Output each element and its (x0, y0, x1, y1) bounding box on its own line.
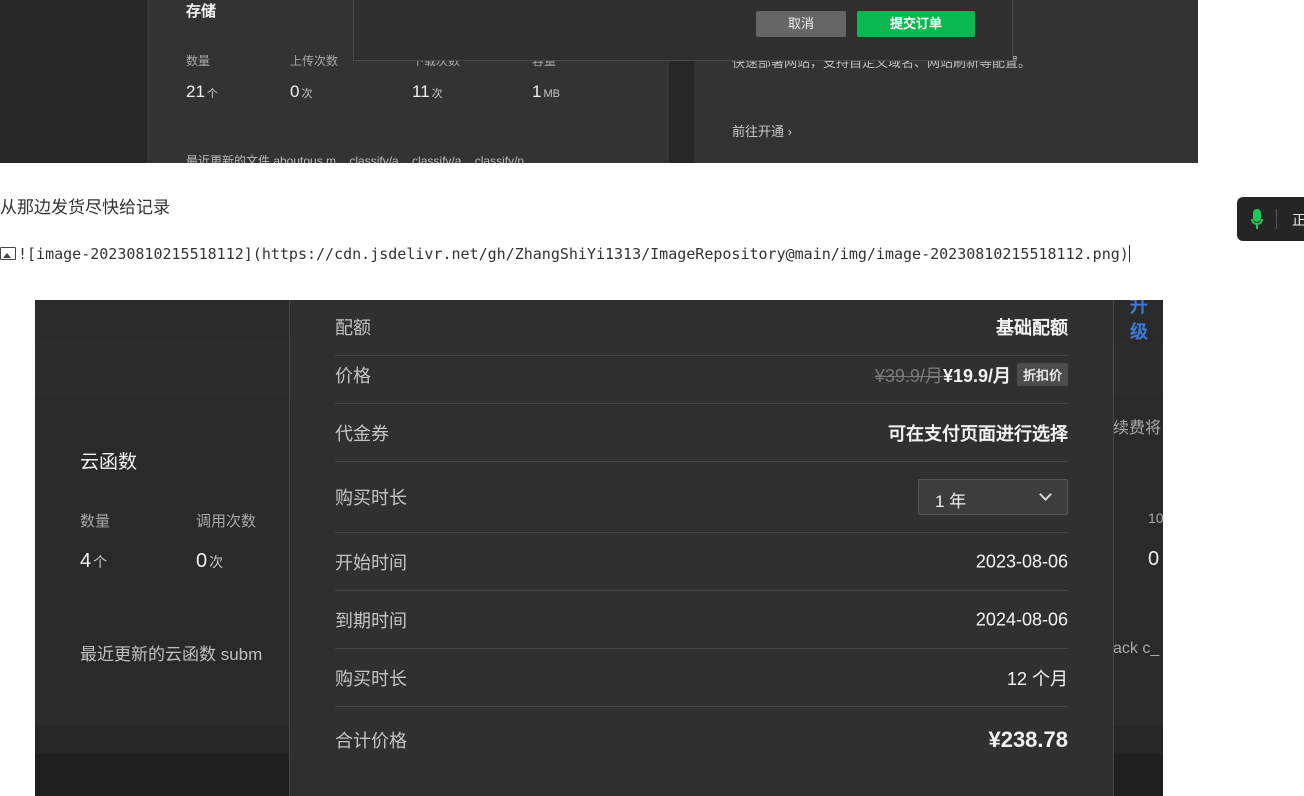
stat-value: 0次 (196, 550, 224, 572)
row-label: 代金券 (335, 423, 389, 444)
note-text[interactable]: 从那边发货尽快给记录 (0, 193, 170, 218)
stat-value: 21 个 (186, 82, 218, 101)
microphone-icon-stem (1256, 225, 1258, 229)
order-row-start: 开始时间 2023-08-06 (335, 533, 1068, 591)
row-label: 购买时长 (335, 668, 407, 689)
cloud-function-title: 云函数 (80, 452, 138, 473)
submit-order-button[interactable]: 提交订单 (857, 11, 975, 37)
edge-text: 10 (1148, 510, 1163, 526)
recent-functions: 最近更新的云函数 subm (80, 645, 263, 664)
duration-select[interactable]: 1 年 (918, 479, 1068, 515)
edge-text: ack c_ (1113, 640, 1160, 657)
stat-label: 上传次数 (290, 54, 339, 68)
stat-value: 4个 (80, 550, 108, 572)
stat-value: 11 次 (412, 82, 443, 101)
row-label: 到期时间 (335, 610, 407, 631)
order-row-duration: 购买时长 12 个月 (335, 649, 1068, 707)
price-value: ¥39.9/月¥19.9/月 折扣价 (875, 362, 1068, 388)
row-value: 基础配额 (996, 317, 1068, 338)
row-label: 配额 (335, 317, 371, 338)
edge-text: 0 (1148, 548, 1160, 570)
recent-files: 最近更新的文件 aboutous.m... classify/a... clas… (186, 154, 535, 163)
top-screenshot: 存储 数量 上传次数 下载次数 容量 21 个 0次 11 次 1 MB 最近更新的文… (0, 0, 1198, 163)
row-value: 可在支付页面进行选择 (888, 423, 1068, 444)
divider (1276, 209, 1277, 229)
markdown-image-line[interactable]: ![image-20230810215518112](https://cdn.j… (0, 238, 1200, 270)
stat-label: 数量 (80, 513, 111, 530)
total-price: ¥238.78 (988, 727, 1068, 752)
order-dialog: 配额 基础配额 价格 ¥39.9/月¥19.9/月 折扣价 代金券 可在支付页面进… (289, 300, 1114, 796)
upgrade-link[interactable]: 升级 (1130, 300, 1163, 344)
voice-input-pill[interactable]: 正 (1237, 197, 1304, 241)
row-label: 价格 (335, 365, 371, 386)
row-label: 合计价格 (335, 731, 407, 751)
text-cursor (1128, 245, 1130, 262)
discount-price: ¥19.9/月 (942, 365, 1011, 386)
original-price: ¥39.9/月 (874, 365, 943, 386)
row-label: 开始时间 (335, 552, 407, 573)
select-value: 1 年 (935, 492, 967, 511)
order-row-end: 到期时间 2024-08-06 (335, 591, 1068, 649)
storage-title: 存储 (186, 3, 217, 20)
goto-link[interactable]: 前往开通 › (732, 121, 792, 140)
order-row-voucher: 代金券 可在支付页面进行选择 (335, 404, 1068, 462)
markdown-image-source[interactable]: ![image-20230810215518112](https://cdn.j… (18, 245, 1129, 263)
stat-value: 0次 (290, 82, 313, 101)
cancel-button[interactable]: 取消 (756, 11, 846, 37)
image-icon (0, 247, 16, 260)
row-value: 2023-08-06 (975, 551, 1068, 571)
row-value: 2024-08-06 (975, 609, 1068, 629)
order-row-duration-select: 购买时长 1 年 (335, 462, 1068, 533)
row-label: 购买时长 (335, 488, 407, 508)
order-row-price: 价格 ¥39.9/月¥19.9/月 折扣价 (335, 346, 1068, 404)
edge-text: 续费将 (1113, 420, 1162, 437)
order-row-total: 合计价格 ¥238.78 (335, 707, 1068, 773)
stat-value: 1 MB (532, 82, 560, 101)
stat-label: 调用次数 (196, 513, 257, 530)
chevron-down-icon (1039, 488, 1052, 501)
stat-label: 数量 (186, 54, 211, 68)
discount-badge: 折扣价 (1016, 362, 1068, 386)
row-value: 12 个月 (1006, 668, 1068, 689)
bottom-screenshot: 云函数 数量 调用次数 4个 0次 最近更新的云函数 subm 续费将 10 0… (35, 300, 1163, 796)
voice-status-text: 正 (1292, 212, 1304, 228)
